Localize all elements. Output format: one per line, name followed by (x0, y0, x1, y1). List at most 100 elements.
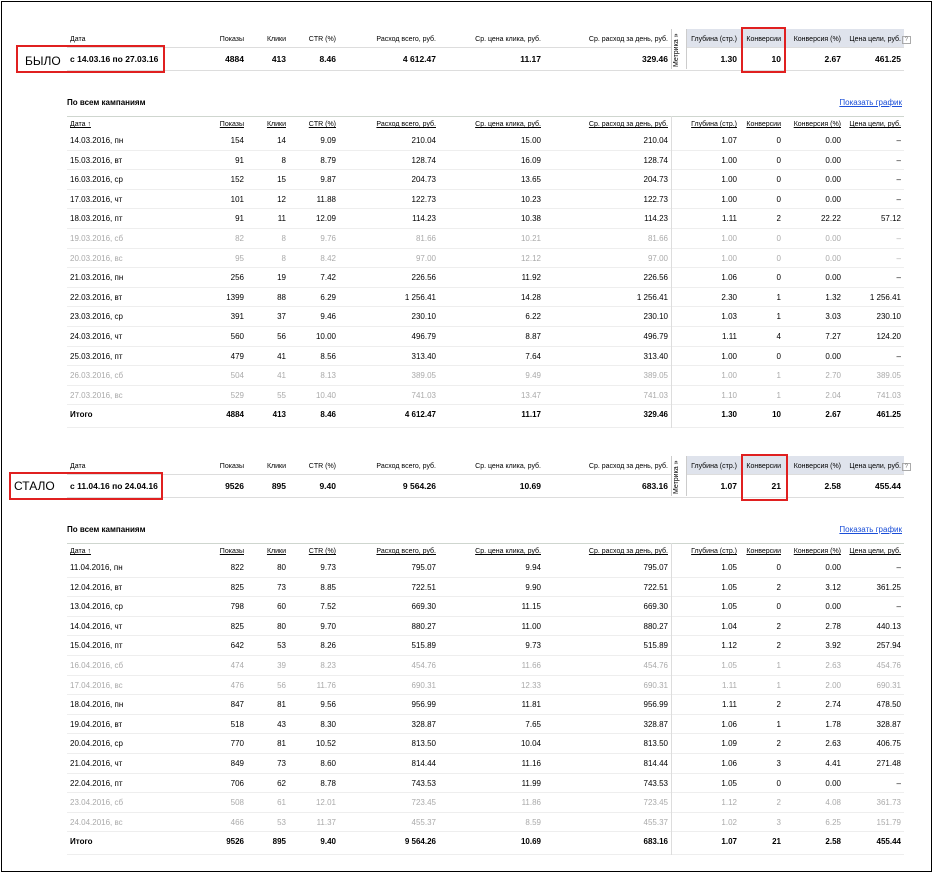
cell-date: 13.04.2016, ср (70, 602, 123, 612)
help-icon[interactable]: ? (901, 36, 911, 44)
column-header-daily[interactable]: Ср. расход за день, руб. (589, 121, 668, 128)
cell-clicks: 80 (277, 563, 286, 572)
cell-depth: 1.00 (721, 233, 737, 243)
cell-goal-price: 271.48 (876, 758, 901, 768)
column-header-ctr[interactable]: CTR (%) (309, 548, 336, 555)
table-row: 23.04.2016, сб 508 61 12.01 723.45 11.86 723.4… (67, 793, 904, 813)
column-header-daily[interactable]: Ср. расход за день, руб. (589, 548, 668, 555)
cell-conv-pct: 7.27 (825, 331, 841, 341)
daily-table: Дата ↑ Показы Клики CTR (%) Расход всего, ру… (67, 543, 904, 856)
cell-goal-price: – (896, 233, 901, 243)
column-header-spend[interactable]: Расход всего, руб. (376, 548, 436, 555)
cell-shows: 91 (235, 214, 244, 224)
column-header-date[interactable]: Дата ↑ (70, 548, 91, 555)
metrika-toggle[interactable]: Метрика » (671, 456, 687, 496)
table-total-row: Итого 9526 895 9.40 9 564.26 10.69 683.16 1.07 2… (67, 832, 904, 856)
table-row: 22.04.2016, пт 706 62 8.78 743.53 11.99 743.53… (67, 774, 904, 794)
cell-conv: 2 (776, 582, 781, 592)
cell-conv-pct: 4.08 (825, 798, 841, 808)
cell-depth: 1.00 (721, 175, 737, 185)
cell-cpc: 16.09 (520, 155, 541, 165)
cell-depth: 1.00 (721, 155, 737, 165)
total-goal-price: 461.25 (876, 410, 901, 420)
cell-conv: 2 (776, 214, 781, 224)
table-row: 19.04.2016, вт 518 43 8.30 328.87 7.65 328.87 1… (67, 715, 904, 735)
show-graph-link[interactable]: Показать график (839, 525, 902, 534)
summary-header-spend: Расход всего, руб. (376, 463, 436, 470)
cell-conv-pct: 2.78 (825, 621, 841, 631)
table-row: 24.03.2016, чт 560 56 10.00 496.79 8.87 496.79… (67, 327, 904, 347)
cell-date: 23.03.2016, ср (70, 312, 123, 322)
cell-goal-price: – (896, 136, 901, 145)
cell-shows: 642 (230, 641, 244, 651)
cell-conv-pct: 0.00 (825, 273, 841, 283)
help-icon[interactable]: ? (901, 463, 911, 471)
cell-depth: 1.09 (721, 739, 737, 749)
cell-date: 12.04.2016, вт (70, 582, 123, 592)
column-header-goal-price[interactable]: Цена цели, руб. (849, 121, 901, 128)
cell-shows: 101 (230, 194, 244, 204)
column-header-cpc[interactable]: Ср. цена клика, руб. (475, 121, 541, 128)
column-header-clicks[interactable]: Клики (267, 121, 286, 128)
cell-date: 23.04.2016, сб (70, 798, 124, 808)
cell-conv: 4 (776, 331, 781, 341)
table-row: 14.03.2016, пн 154 14 9.09 210.04 15.00 210.04… (67, 131, 904, 151)
cell-spend: 669.30 (411, 602, 436, 612)
cell-daily: 814.44 (643, 758, 668, 768)
column-header-clicks[interactable]: Клики (267, 548, 286, 555)
cell-clicks: 41 (277, 371, 286, 381)
cell-depth: 1.12 (721, 798, 737, 808)
total-goal-price: 455.44 (876, 837, 901, 847)
column-header-cpc[interactable]: Ср. цена клика, руб. (475, 548, 541, 555)
cell-daily: 114.23 (644, 214, 668, 224)
column-header-depth[interactable]: Глубина (стр.) (691, 548, 737, 555)
column-header-goal-price[interactable]: Цена цели, руб. (849, 548, 901, 555)
column-header-conv[interactable]: Конверсии (746, 121, 781, 128)
table-row: 12.04.2016, вт 825 73 8.85 722.51 9.90 722.51 1… (67, 578, 904, 598)
column-header-conv[interactable]: Конверсии (746, 548, 781, 555)
cell-spend: 114.23 (412, 214, 436, 224)
total-ctr: 8.46 (320, 410, 336, 420)
column-header-spend[interactable]: Расход всего, руб. (376, 121, 436, 128)
metrika-toggle[interactable]: Метрика » (671, 29, 687, 69)
column-header-conv-pct[interactable]: Конверсия (%) (794, 548, 841, 555)
cell-daily: 226.56 (643, 273, 668, 283)
total-cpc: 11.17 (521, 410, 541, 420)
cell-goal-price: 257.94 (876, 641, 901, 651)
column-header-conv-pct[interactable]: Конверсия (%) (794, 121, 841, 128)
show-graph-link[interactable]: Показать график (839, 98, 902, 107)
summary-header-clicks: Клики (266, 463, 286, 470)
column-header-shows[interactable]: Показы (220, 548, 244, 555)
total-label: Итого (70, 837, 93, 847)
cell-daily: 210.04 (643, 136, 668, 145)
cell-goal-price: 454.76 (876, 660, 901, 670)
table-row: 14.04.2016, чт 825 80 9.70 880.27 11.00 880.27… (67, 617, 904, 637)
cell-goal-price: – (896, 155, 901, 165)
column-header-shows[interactable]: Показы (220, 121, 244, 128)
cell-daily: 81.66 (647, 233, 668, 243)
cell-clicks: 14 (277, 136, 286, 145)
cell-ctr: 8.78 (320, 778, 336, 788)
summary-ctr: 8.46 (319, 54, 336, 64)
cell-goal-price: – (896, 253, 901, 263)
cell-ctr: 8.23 (320, 660, 336, 670)
column-header-ctr[interactable]: CTR (%) (309, 121, 336, 128)
summary-spend: 9 564.26 (402, 481, 436, 491)
column-header-depth[interactable]: Глубина (стр.) (691, 121, 737, 128)
column-header-date[interactable]: Дата ↑ (70, 121, 91, 128)
cell-conv-pct: 2.63 (825, 739, 841, 749)
summary-header-shows: Показы (219, 36, 244, 43)
cell-depth: 1.05 (721, 778, 737, 788)
cell-clicks: 73 (277, 582, 286, 592)
cell-clicks: 53 (277, 817, 286, 827)
total-shows: 9526 (226, 837, 244, 847)
cell-conv: 1 (776, 680, 781, 690)
cell-cpc: 13.47 (520, 390, 541, 400)
section-title: По всем кампаниям (67, 98, 146, 107)
cell-spend: 454.76 (411, 660, 436, 670)
cell-depth: 1.05 (721, 602, 737, 612)
section-title: По всем кампаниям (67, 525, 146, 534)
cell-goal-price: 389.05 (876, 371, 901, 381)
cell-spend: 496.79 (411, 331, 436, 341)
cell-shows: 82 (235, 233, 244, 243)
